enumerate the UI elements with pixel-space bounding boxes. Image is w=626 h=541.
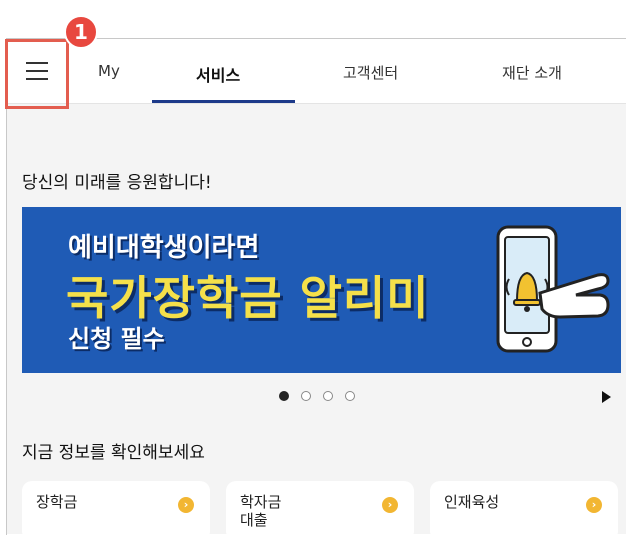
chevron-right-icon: › <box>178 497 194 513</box>
bell-phone-icon <box>496 225 610 353</box>
tab-services[interactable]: 서비스 <box>196 62 240 86</box>
step-badge: 1 <box>64 15 98 49</box>
active-tab-indicator <box>152 100 295 103</box>
carousel-dot[interactable] <box>345 391 355 401</box>
banner-line1: 예비대학생이라면 <box>68 233 260 263</box>
card-student-loan[interactable]: 학자금 대출 › <box>226 481 414 541</box>
card-label: 장학금 <box>36 493 78 511</box>
section-title: 지금 정보를 확인해보세요 <box>22 443 205 463</box>
carousel-dot[interactable] <box>323 391 333 401</box>
tab-foundation-intro[interactable]: 재단 소개 <box>502 62 562 83</box>
tab-my[interactable]: My <box>98 62 120 80</box>
page-headline: 당신의 미래를 응원합니다! <box>22 173 212 193</box>
card-label: 인재육성 <box>444 493 500 511</box>
promo-banner[interactable]: 예비대학생이라면 국가장학금 알리미 신청 필수 <box>22 207 621 373</box>
carousel-play-icon[interactable] <box>602 391 611 403</box>
card-scholarship[interactable]: 장학금 › <box>22 481 210 541</box>
tab-customer-center[interactable]: 고객센터 <box>343 62 398 83</box>
banner-line3: 신청 필수 <box>68 325 165 353</box>
chevron-right-icon: › <box>586 497 602 513</box>
chevron-right-icon: › <box>382 497 398 513</box>
carousel-dot[interactable] <box>279 391 289 401</box>
carousel-dot[interactable] <box>301 391 311 401</box>
card-talent-development[interactable]: 인재육성 › <box>430 481 618 541</box>
hamburger-menu-icon[interactable] <box>26 62 48 82</box>
card-label: 학자금 대출 <box>240 493 282 529</box>
